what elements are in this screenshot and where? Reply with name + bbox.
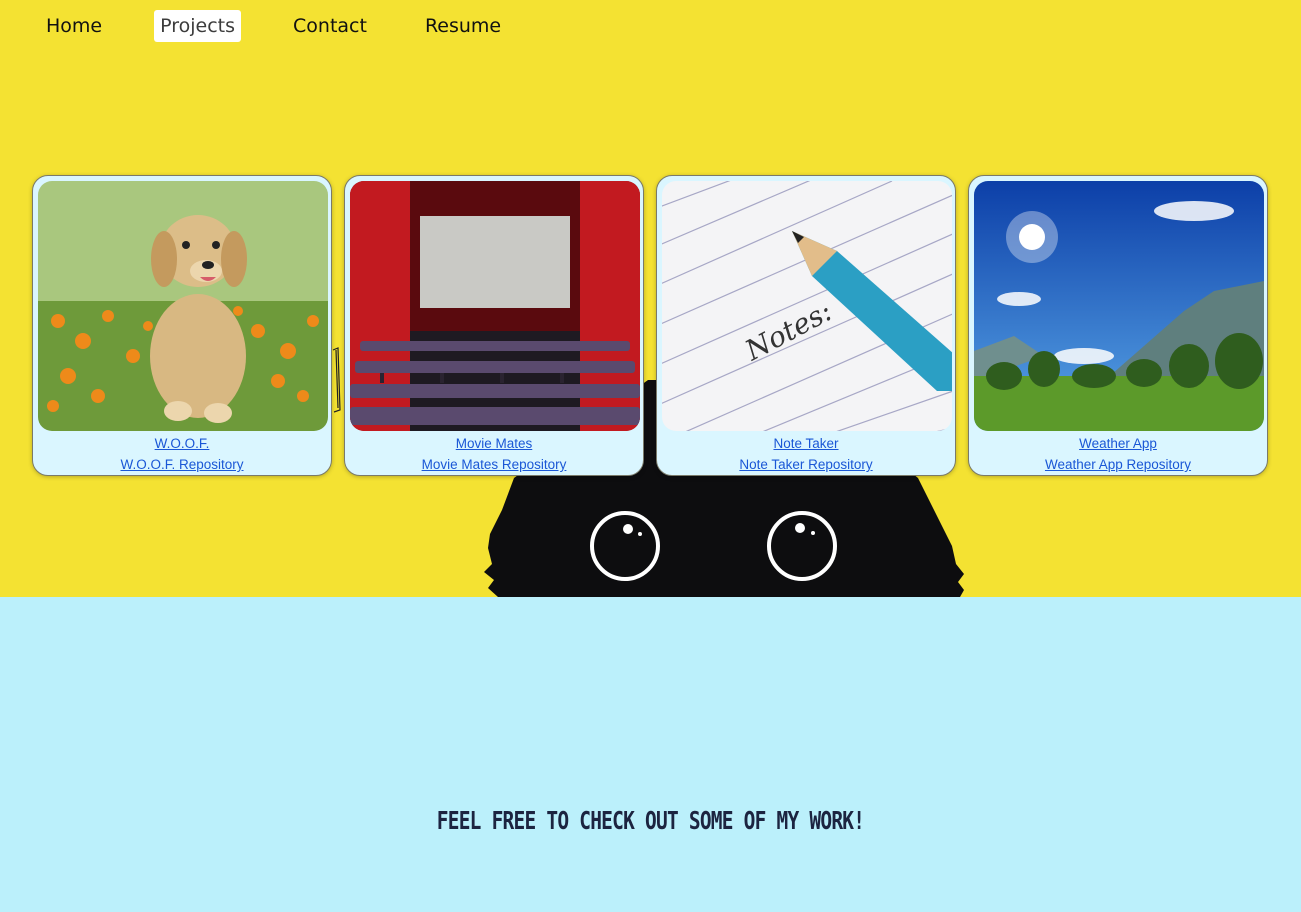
tagline: FEEL FREE TO CHECK OUT SOME OF MY WORK! (436, 806, 865, 835)
nav-home[interactable]: Home (40, 10, 108, 42)
project-card-woof: W.O.O.F. W.O.O.F. Repository (32, 175, 332, 476)
lower-section (0, 597, 1301, 912)
project-title-link[interactable]: Note Taker (657, 433, 955, 454)
nav-resume[interactable]: Resume (419, 10, 507, 42)
nav-projects[interactable]: Projects (154, 10, 242, 42)
paw-sketch (332, 347, 341, 413)
project-card-movie-mates: Movie Mates Movie Mates Repository (344, 175, 644, 476)
puppy-image (38, 181, 328, 431)
project-repo-link[interactable]: Movie Mates Repository (345, 454, 643, 475)
main-nav: Home Projects Contact Resume (40, 10, 553, 42)
project-card-note-taker: Notes: Note Taker Note Taker Repository (656, 175, 956, 476)
project-card-weather-app: Weather App Weather App Repository (968, 175, 1268, 476)
project-title-link[interactable]: Weather App (969, 433, 1267, 454)
weather-image (974, 181, 1264, 431)
project-repo-link[interactable]: Note Taker Repository (657, 454, 955, 475)
project-title-link[interactable]: Movie Mates (345, 433, 643, 454)
notes-image: Notes: (662, 181, 952, 431)
nav-contact[interactable]: Contact (287, 10, 373, 42)
cinema-image (350, 181, 640, 431)
project-repo-link[interactable]: W.O.O.F. Repository (33, 454, 331, 475)
project-title-link[interactable]: W.O.O.F. (33, 433, 331, 454)
project-repo-link[interactable]: Weather App Repository (969, 454, 1267, 475)
